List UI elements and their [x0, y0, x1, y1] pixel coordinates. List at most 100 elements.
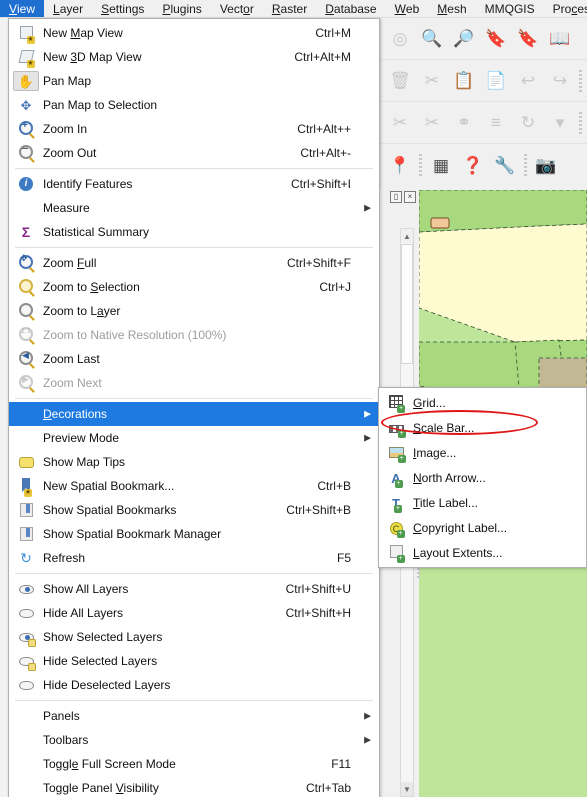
georeferencer-icon[interactable]: 📷 [533, 152, 559, 178]
menu-item-label: Hide Deselected Layers [43, 678, 171, 692]
decoration-item-grid[interactable]: + Grid... [379, 390, 586, 415]
map-tips-icon [13, 452, 39, 472]
menu-item-statistical-summary[interactable]: Σ Statistical Summary [9, 220, 379, 244]
menu-item-label: Toggle Panel Visibility [43, 781, 159, 795]
copy-icon[interactable]: 📋 [451, 68, 477, 94]
menu-item-new-map-view[interactable]: ★ New Map View Ctrl+M [9, 21, 379, 45]
menu-item-show-map-tips[interactable]: Show Map Tips [9, 450, 379, 474]
north-arrow-icon: A + [391, 470, 403, 488]
menubar-item-web[interactable]: Web [386, 0, 429, 17]
merge-attributes-icon[interactable]: ≡ [483, 110, 509, 136]
toolbars-area: ◎ 🔍 🔎 🔖 🔖 📖 🗑 ✂ 📋 📄 ↩ ↪ ✂ ✂ ⚭ ≡ ↻ ▾ 📍 ▦ … [380, 18, 587, 188]
plugin-settings-icon[interactable]: 🔧 [492, 152, 518, 178]
menu-item-show-spatial-bookmark-manager[interactable]: Show Spatial Bookmark Manager [9, 522, 379, 546]
menu-item-hide-deselected-layers[interactable]: Hide Deselected Layers [9, 673, 379, 697]
decoration-item-image[interactable]: + Image... [379, 440, 586, 465]
zoom-to-layer-icon [13, 301, 39, 321]
spatial-bookmark-manager-toolbar-icon[interactable]: 📖 [547, 26, 573, 52]
menu-item-label: Toggle Full Screen Mode [43, 757, 176, 771]
decoration-item-scale-bar[interactable]: + Scale Bar... [379, 415, 586, 440]
image-icon: + [383, 443, 409, 463]
menu-item-shortcut: Ctrl+Alt+M [294, 50, 351, 64]
split-features-icon[interactable]: ✂ [387, 110, 413, 136]
split-parts-icon[interactable]: ✂ [419, 110, 445, 136]
scale-bar-icon: + [383, 418, 409, 438]
menu-item-new-3d-map-view[interactable]: ★ New 3D Map View Ctrl+Alt+M [9, 45, 379, 69]
zoom-native-resolution-icon[interactable]: ◎ [387, 26, 413, 52]
menubar-item-view[interactable]: View [0, 0, 45, 17]
menu-item-zoom-full[interactable]: ✥ Zoom Full Ctrl+Shift+F [9, 251, 379, 275]
menu-item-zoom-last[interactable]: ◀ Zoom Last [9, 347, 379, 371]
menu-item-toggle-panel-visibility[interactable]: Toggle Panel Visibility Ctrl+Tab [9, 776, 379, 797]
toolbar-edit: 🗑 ✂ 📋 📄 ↩ ↪ [381, 60, 587, 102]
menu-item-hide-selected-layers[interactable]: Hide Selected Layers [9, 649, 379, 673]
menu-item-show-spatial-bookmarks[interactable]: Show Spatial Bookmarks Ctrl+Shift+B [9, 498, 379, 522]
menu-item-toolbars[interactable]: Toolbars ▶ [9, 728, 379, 752]
undo-icon[interactable]: ↩ [515, 68, 541, 94]
decoration-item-label: Scale Bar... [413, 420, 475, 435]
menu-item-zoom-to-layer[interactable]: Zoom to Layer [9, 299, 379, 323]
rotate-point-symbols-icon[interactable]: ↻ [515, 110, 541, 136]
menu-item-label: Statistical Summary [43, 225, 150, 239]
menu-item-show-selected-layers[interactable]: Show Selected Layers [9, 625, 379, 649]
menubar-item-vector[interactable]: Vect o r [211, 0, 263, 17]
menu-item-zoom-out[interactable]: − Zoom Out Ctrl+Alt+- [9, 141, 379, 165]
menu-item-show-all-layers[interactable]: Show All Layers Ctrl+Shift+U [9, 577, 379, 601]
scroll-down-arrow-icon[interactable]: ▼ [401, 782, 413, 796]
menu-item-pan-map[interactable]: ✋ Pan Map [9, 69, 379, 93]
menu-item-toggle-full-screen-mode[interactable]: Toggle Full Screen Mode F11 [9, 752, 379, 776]
toolbar-digitizing: ✂ ✂ ⚭ ≡ ↻ ▾ [381, 102, 587, 144]
menubar-item-mesh[interactable]: Mesh [428, 0, 475, 17]
menu-item-label: Refresh [43, 551, 86, 565]
raster-grid-icon[interactable]: ▦ [428, 152, 454, 178]
identify-features-icon: i [13, 174, 39, 194]
zoom-next-toolbar-icon[interactable]: 🔎 [451, 26, 477, 52]
menubar-item-processing[interactable]: Processing [544, 0, 587, 17]
delete-icon[interactable]: 🗑 [387, 68, 413, 94]
menu-item-measure[interactable]: Measure ▶ [9, 196, 379, 220]
menu-item-decorations[interactable]: Decorations ▶ [9, 402, 379, 426]
show-spatial-bookmarks-toolbar-icon[interactable]: 🔖 [515, 26, 541, 52]
menubar-item-mmqgis[interactable]: MMQGIS [476, 0, 544, 17]
merge-features-icon[interactable]: ⚭ [451, 110, 477, 136]
paste-icon[interactable]: 📄 [483, 68, 509, 94]
menu-item-identify-features[interactable]: i Identify Features Ctrl+Shift+I [9, 172, 379, 196]
menubar-item-database[interactable]: Database [316, 0, 385, 17]
menu-item-label: Preview Mode [43, 431, 120, 445]
scroll-up-arrow-icon[interactable]: ▲ [401, 229, 413, 243]
menu-item-zoom-in[interactable]: + Zoom In Ctrl+Alt++ [9, 117, 379, 141]
menu-item-hide-all-layers[interactable]: Hide All Layers Ctrl+Shift+H [9, 601, 379, 625]
menu-item-pan-map-to-selection[interactable]: ✥ Pan Map to Selection [9, 93, 379, 117]
select-location-icon[interactable]: 📍 [387, 152, 413, 178]
menu-item-zoom-to-selection[interactable]: Zoom to Selection Ctrl+J [9, 275, 379, 299]
show-all-layers-icon [13, 579, 39, 599]
menubar-item-settings[interactable]: Settings [92, 0, 153, 17]
decoration-item-north-arrow[interactable]: A + North Arrow... [379, 465, 586, 490]
decoration-item-copyright-label[interactable]: C + Copyright Label... [379, 515, 586, 540]
cut-icon[interactable]: ✂ [419, 68, 445, 94]
close-icon[interactable]: × [404, 191, 416, 203]
menubar-item-plugins[interactable]: Plugins [153, 0, 210, 17]
hide-selected-layers-icon [13, 651, 39, 671]
decoration-item-label: Layout Extents... [413, 545, 503, 560]
zoom-last-toolbar-icon[interactable]: 🔍 [419, 26, 445, 52]
menu-item-label: Toolbars [43, 733, 89, 747]
menu-item-new-spatial-bookmark[interactable]: ★ New Spatial Bookmark... Ctrl+B [9, 474, 379, 498]
layout-extents-icon: + [383, 543, 409, 563]
decoration-item-title-label[interactable]: T + Title Label... [379, 490, 586, 515]
float-panel-icon[interactable]: ▯ [390, 191, 402, 203]
menu-item-refresh[interactable]: ↻ Refresh F5 [9, 546, 379, 570]
scrollbar-thumb[interactable] [401, 244, 413, 364]
menu-item-label: Show All Layers [43, 582, 129, 596]
menu-item-panels[interactable]: Panels ▶ [9, 704, 379, 728]
toolbar-separator [579, 111, 582, 134]
menubar-item-layer[interactable]: Layer [44, 0, 92, 17]
menu-item-shortcut: Ctrl+Alt+- [300, 146, 351, 160]
menu-item-preview-mode[interactable]: Preview Mode ▶ [9, 426, 379, 450]
chevron-down-icon[interactable]: ▾ [547, 110, 573, 136]
new-spatial-bookmark-toolbar-icon[interactable]: 🔖 [483, 26, 509, 52]
decoration-item-layout-extents[interactable]: + Layout Extents... [379, 540, 586, 565]
plugin-help-icon[interactable]: ❓ [460, 152, 486, 178]
redo-icon[interactable]: ↪ [547, 68, 573, 94]
menubar-item-raster[interactable]: Raster [263, 0, 316, 17]
